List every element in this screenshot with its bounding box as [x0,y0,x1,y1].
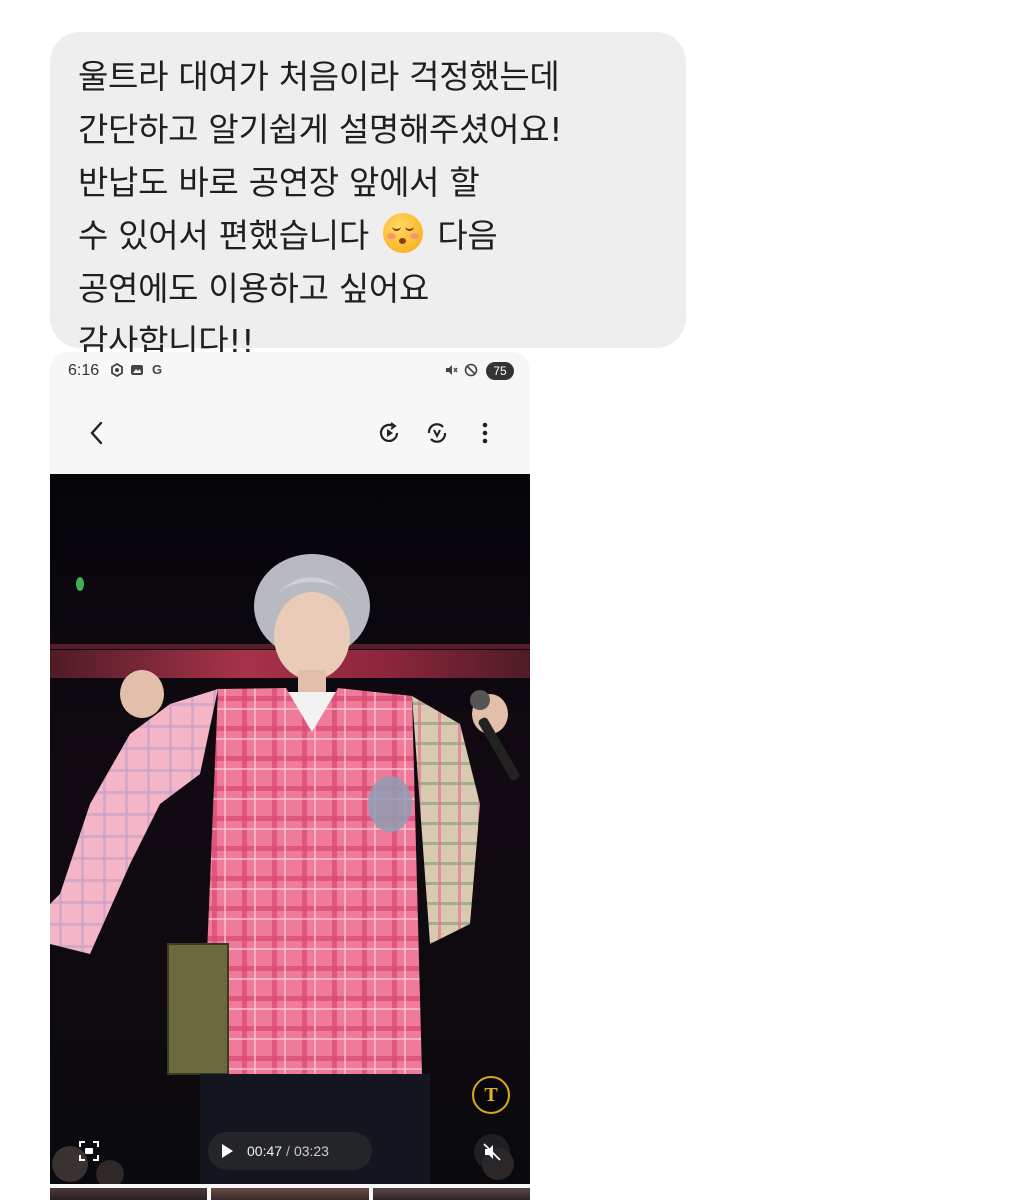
capture-icon [79,1141,99,1161]
status-bar: 6:16 G 75 [50,352,530,392]
total-time: 03:23 [293,1143,329,1159]
chat-screen: 울트라 대여가 처음이라 걱정했는데 간단하고 알기쉽게 설명해주셨어요! 반납… [0,0,1009,1200]
message-line-4: 수 있어서 편했습니다 다음 [78,209,686,262]
message-line-2: 간단하고 알기쉽게 설명해주셨어요! [78,110,563,149]
text-extract-button[interactable]: T [472,1076,510,1114]
text-extract-icon: T [484,1084,498,1106]
motion-play-icon [379,422,399,442]
more-options-icon [482,422,488,444]
capture-button[interactable] [72,1134,106,1168]
mute-button[interactable] [474,1134,510,1170]
viewer-toolbar [50,392,530,474]
mute-icon [444,363,458,377]
back-icon [90,421,103,445]
more-options-button[interactable] [468,416,502,450]
message-line-5: 공연에도 이용하고 싶어요 [78,269,430,308]
google-icon: G [151,362,163,377]
do-not-disturb-icon [464,363,478,377]
kissing-face-emoji-icon [383,213,424,253]
playback-controls[interactable]: 00:47 / 03:23 [208,1132,372,1170]
play-icon[interactable] [222,1144,233,1158]
battery-level: 75 [486,362,514,380]
motion-play-button[interactable] [372,416,406,450]
concert-performer-image [50,474,530,1184]
message-line-3: 반납도 바로 공연장 앞에서 할 [78,163,480,202]
message-line-4-tail: 다음 [437,216,498,255]
message-line-4-text: 수 있어서 편했습니다 [78,216,369,255]
thumbnail[interactable] [372,1188,530,1200]
current-time: 00:47 [247,1143,283,1159]
time-separator: / [286,1143,290,1159]
gallery-app-icon [130,363,144,377]
attached-screenshot[interactable]: 6:16 G 75 T 00:47 / 03:23 [50,352,530,1200]
back-button[interactable] [80,416,114,450]
settings-app-icon [110,362,124,378]
status-time: 6:16 [68,362,100,379]
thumbnail[interactable] [50,1188,208,1200]
thumbnail-strip[interactable] [50,1188,530,1200]
video-player[interactable]: T 00:47 / 03:23 [50,474,530,1184]
mute-icon [483,1143,501,1161]
remaster-icon [427,423,447,443]
remaster-button[interactable] [420,416,454,450]
message-bubble[interactable]: 울트라 대여가 처음이라 걱정했는데 간단하고 알기쉽게 설명해주셨어요! 반납… [50,32,686,361]
message-line-1: 울트라 대여가 처음이라 걱정했는데 [78,57,560,96]
thumbnail[interactable] [211,1188,369,1200]
